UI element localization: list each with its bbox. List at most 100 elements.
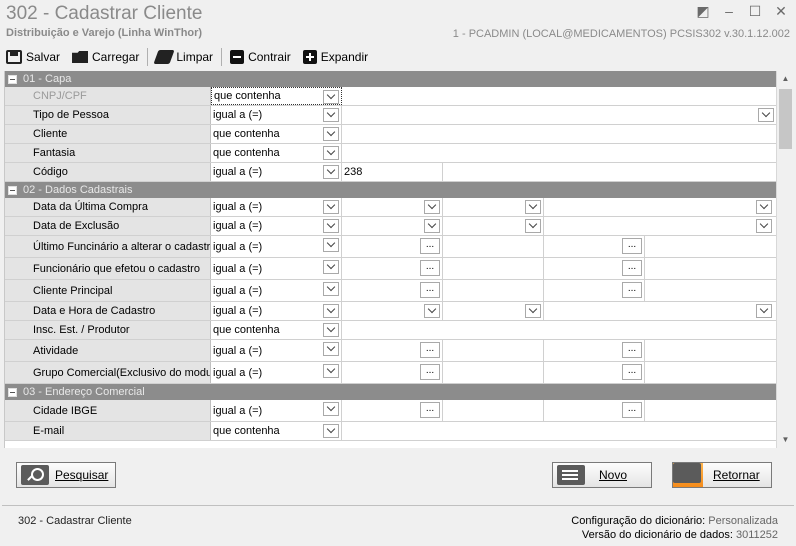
- value-input[interactable]: [342, 125, 776, 143]
- clear-button[interactable]: Limpar: [150, 46, 219, 68]
- code-to-input[interactable]: ...: [544, 362, 645, 383]
- code-to-input[interactable]: ...: [544, 280, 645, 301]
- operator-select[interactable]: igual a (=): [211, 106, 342, 124]
- chevron-down-icon[interactable]: [323, 219, 339, 233]
- section-header-capa[interactable]: 01 - Capa: [5, 71, 776, 87]
- new-button[interactable]: Novo: [552, 462, 652, 488]
- code-from-input[interactable]: ...: [342, 400, 443, 421]
- value-input[interactable]: [342, 144, 776, 162]
- expand-button[interactable]: Expandir: [297, 46, 374, 68]
- operator-select[interactable]: igual a (=): [211, 362, 342, 383]
- vertical-scrollbar[interactable]: ▲ ▼: [776, 71, 793, 448]
- save-button[interactable]: Salvar: [0, 46, 66, 68]
- value-select[interactable]: [544, 217, 774, 235]
- value-to-input[interactable]: [443, 163, 775, 181]
- operator-select[interactable]: que contenha: [211, 125, 342, 143]
- date-from-picker[interactable]: [342, 198, 443, 216]
- chevron-down-icon[interactable]: [424, 219, 440, 233]
- chevron-down-icon[interactable]: [756, 304, 772, 318]
- value-input[interactable]: [342, 422, 776, 440]
- chevron-down-icon[interactable]: [323, 108, 339, 122]
- return-button[interactable]: Retornar: [672, 462, 772, 488]
- chevron-down-icon[interactable]: [323, 304, 339, 318]
- chevron-down-icon[interactable]: [525, 304, 541, 318]
- ellipsis-button[interactable]: ...: [420, 364, 440, 380]
- chevron-down-icon[interactable]: [756, 200, 772, 214]
- code-from-input[interactable]: ...: [342, 258, 443, 279]
- operator-select[interactable]: igual a (=): [211, 400, 342, 421]
- collapse-toggle-icon[interactable]: [8, 387, 17, 397]
- value-from-input[interactable]: 238: [342, 163, 443, 181]
- ellipsis-button[interactable]: ...: [420, 282, 440, 298]
- scroll-up-icon[interactable]: ▲: [777, 71, 794, 87]
- operator-select[interactable]: igual a (=): [211, 302, 342, 320]
- collapse-toggle-icon[interactable]: [8, 74, 17, 84]
- chevron-down-icon[interactable]: [323, 282, 339, 296]
- value-select[interactable]: [342, 106, 776, 124]
- operator-select[interactable]: que contenha: [211, 144, 342, 162]
- chevron-down-icon[interactable]: [424, 200, 440, 214]
- collapse-toggle-icon[interactable]: [8, 185, 17, 195]
- chevron-down-icon[interactable]: [323, 323, 339, 337]
- operator-select[interactable]: igual a (=): [211, 258, 342, 279]
- ellipsis-button[interactable]: ...: [622, 238, 642, 254]
- chevron-down-icon[interactable]: [424, 304, 440, 318]
- chevron-down-icon[interactable]: [323, 260, 339, 274]
- code-from-input[interactable]: ...: [342, 362, 443, 383]
- chevron-down-icon[interactable]: [323, 146, 339, 160]
- chevron-down-icon[interactable]: [525, 200, 541, 214]
- operator-select[interactable]: igual a (=): [211, 217, 342, 235]
- date-to-picker[interactable]: [443, 217, 544, 235]
- value-select[interactable]: [544, 198, 774, 216]
- chevron-down-icon[interactable]: [323, 424, 339, 438]
- operator-select[interactable]: que contenha: [211, 422, 342, 440]
- ellipsis-button[interactable]: ...: [622, 282, 642, 298]
- chevron-down-icon[interactable]: [756, 219, 772, 233]
- chevron-down-icon[interactable]: [323, 165, 339, 179]
- operator-select[interactable]: igual a (=): [211, 163, 342, 181]
- operator-select[interactable]: igual a (=): [211, 198, 342, 216]
- ellipsis-button[interactable]: ...: [420, 238, 440, 254]
- load-button[interactable]: Carregar: [66, 46, 145, 68]
- search-button[interactable]: Pesquisar: [16, 462, 116, 488]
- code-to-input[interactable]: ...: [544, 340, 645, 361]
- ellipsis-button[interactable]: ...: [622, 260, 642, 276]
- code-from-input[interactable]: ...: [342, 340, 443, 361]
- minimize-icon[interactable]: –: [720, 2, 738, 20]
- code-from-input[interactable]: ...: [342, 280, 443, 301]
- chevron-down-icon[interactable]: [323, 238, 339, 252]
- maximize-icon[interactable]: ☐: [746, 2, 764, 20]
- chevron-down-icon[interactable]: [525, 219, 541, 233]
- code-from-input[interactable]: ...: [342, 236, 443, 257]
- operator-select[interactable]: que contenha: [211, 87, 342, 105]
- section-header-endereco-comercial[interactable]: 03 - Endereço Comercial: [5, 384, 776, 400]
- value-select[interactable]: [544, 302, 774, 320]
- date-from-picker[interactable]: [342, 302, 443, 320]
- operator-select[interactable]: igual a (=): [211, 280, 342, 301]
- restore-layout-icon[interactable]: ◩: [694, 2, 712, 20]
- chevron-down-icon[interactable]: [323, 342, 339, 356]
- value-input[interactable]: [342, 87, 776, 105]
- chevron-down-icon[interactable]: [323, 364, 339, 378]
- chevron-down-icon[interactable]: [323, 402, 339, 416]
- ellipsis-button[interactable]: ...: [622, 402, 642, 418]
- date-from-picker[interactable]: [342, 217, 443, 235]
- ellipsis-button[interactable]: ...: [420, 402, 440, 418]
- code-to-input[interactable]: ...: [544, 258, 645, 279]
- chevron-down-icon[interactable]: [323, 127, 339, 141]
- ellipsis-button[interactable]: ...: [420, 342, 440, 358]
- code-to-input[interactable]: ...: [544, 400, 645, 421]
- value-input[interactable]: [342, 321, 776, 339]
- date-to-picker[interactable]: [443, 302, 544, 320]
- ellipsis-button[interactable]: ...: [622, 364, 642, 380]
- date-to-picker[interactable]: [443, 198, 544, 216]
- chevron-down-icon[interactable]: [323, 200, 339, 214]
- ellipsis-button[interactable]: ...: [420, 260, 440, 276]
- section-header-dados-cadastrais[interactable]: 02 - Dados Cadastrais: [5, 182, 776, 198]
- operator-select[interactable]: igual a (=): [211, 236, 342, 257]
- chevron-down-icon[interactable]: [758, 108, 774, 122]
- close-icon[interactable]: ✕: [772, 2, 790, 20]
- code-to-input[interactable]: ...: [544, 236, 645, 257]
- scroll-thumb[interactable]: [779, 89, 792, 149]
- scroll-down-icon[interactable]: ▼: [777, 432, 794, 448]
